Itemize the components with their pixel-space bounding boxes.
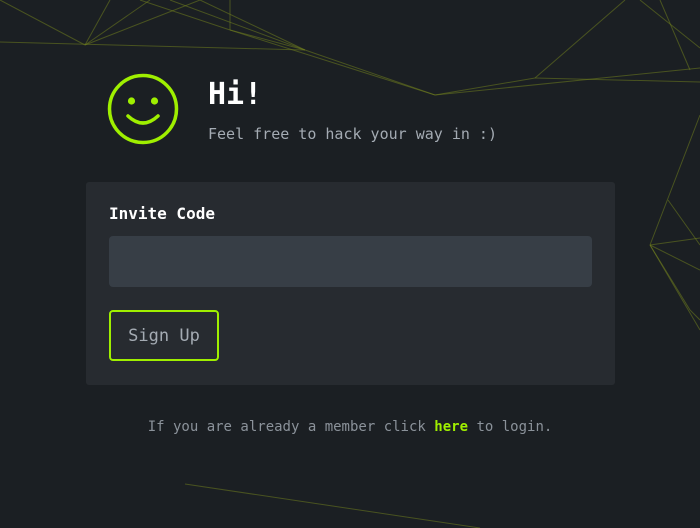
page: Hi! Feel free to hack your way in :) Inv…: [0, 0, 700, 528]
login-prompt-suffix: to login.: [476, 419, 553, 435]
login-prompt-prefix: If you are already a member click: [147, 419, 426, 435]
invite-code-label: Invite Code: [109, 204, 215, 223]
sign-up-button[interactable]: Sign Up: [109, 310, 219, 361]
login-link[interactable]: here: [434, 419, 468, 435]
page-title: Hi!: [208, 77, 263, 112]
header: Hi! Feel free to hack your way in :): [106, 72, 497, 146]
signup-form-card: Invite Code Sign Up: [86, 182, 615, 385]
smiley-icon: [107, 73, 179, 145]
tagline: Feel free to hack your way in :): [208, 125, 497, 143]
invite-code-input[interactable]: [109, 236, 592, 287]
header-text: Hi! Feel free to hack your way in :): [208, 77, 497, 143]
login-prompt: If you are already a member click here t…: [0, 419, 700, 435]
